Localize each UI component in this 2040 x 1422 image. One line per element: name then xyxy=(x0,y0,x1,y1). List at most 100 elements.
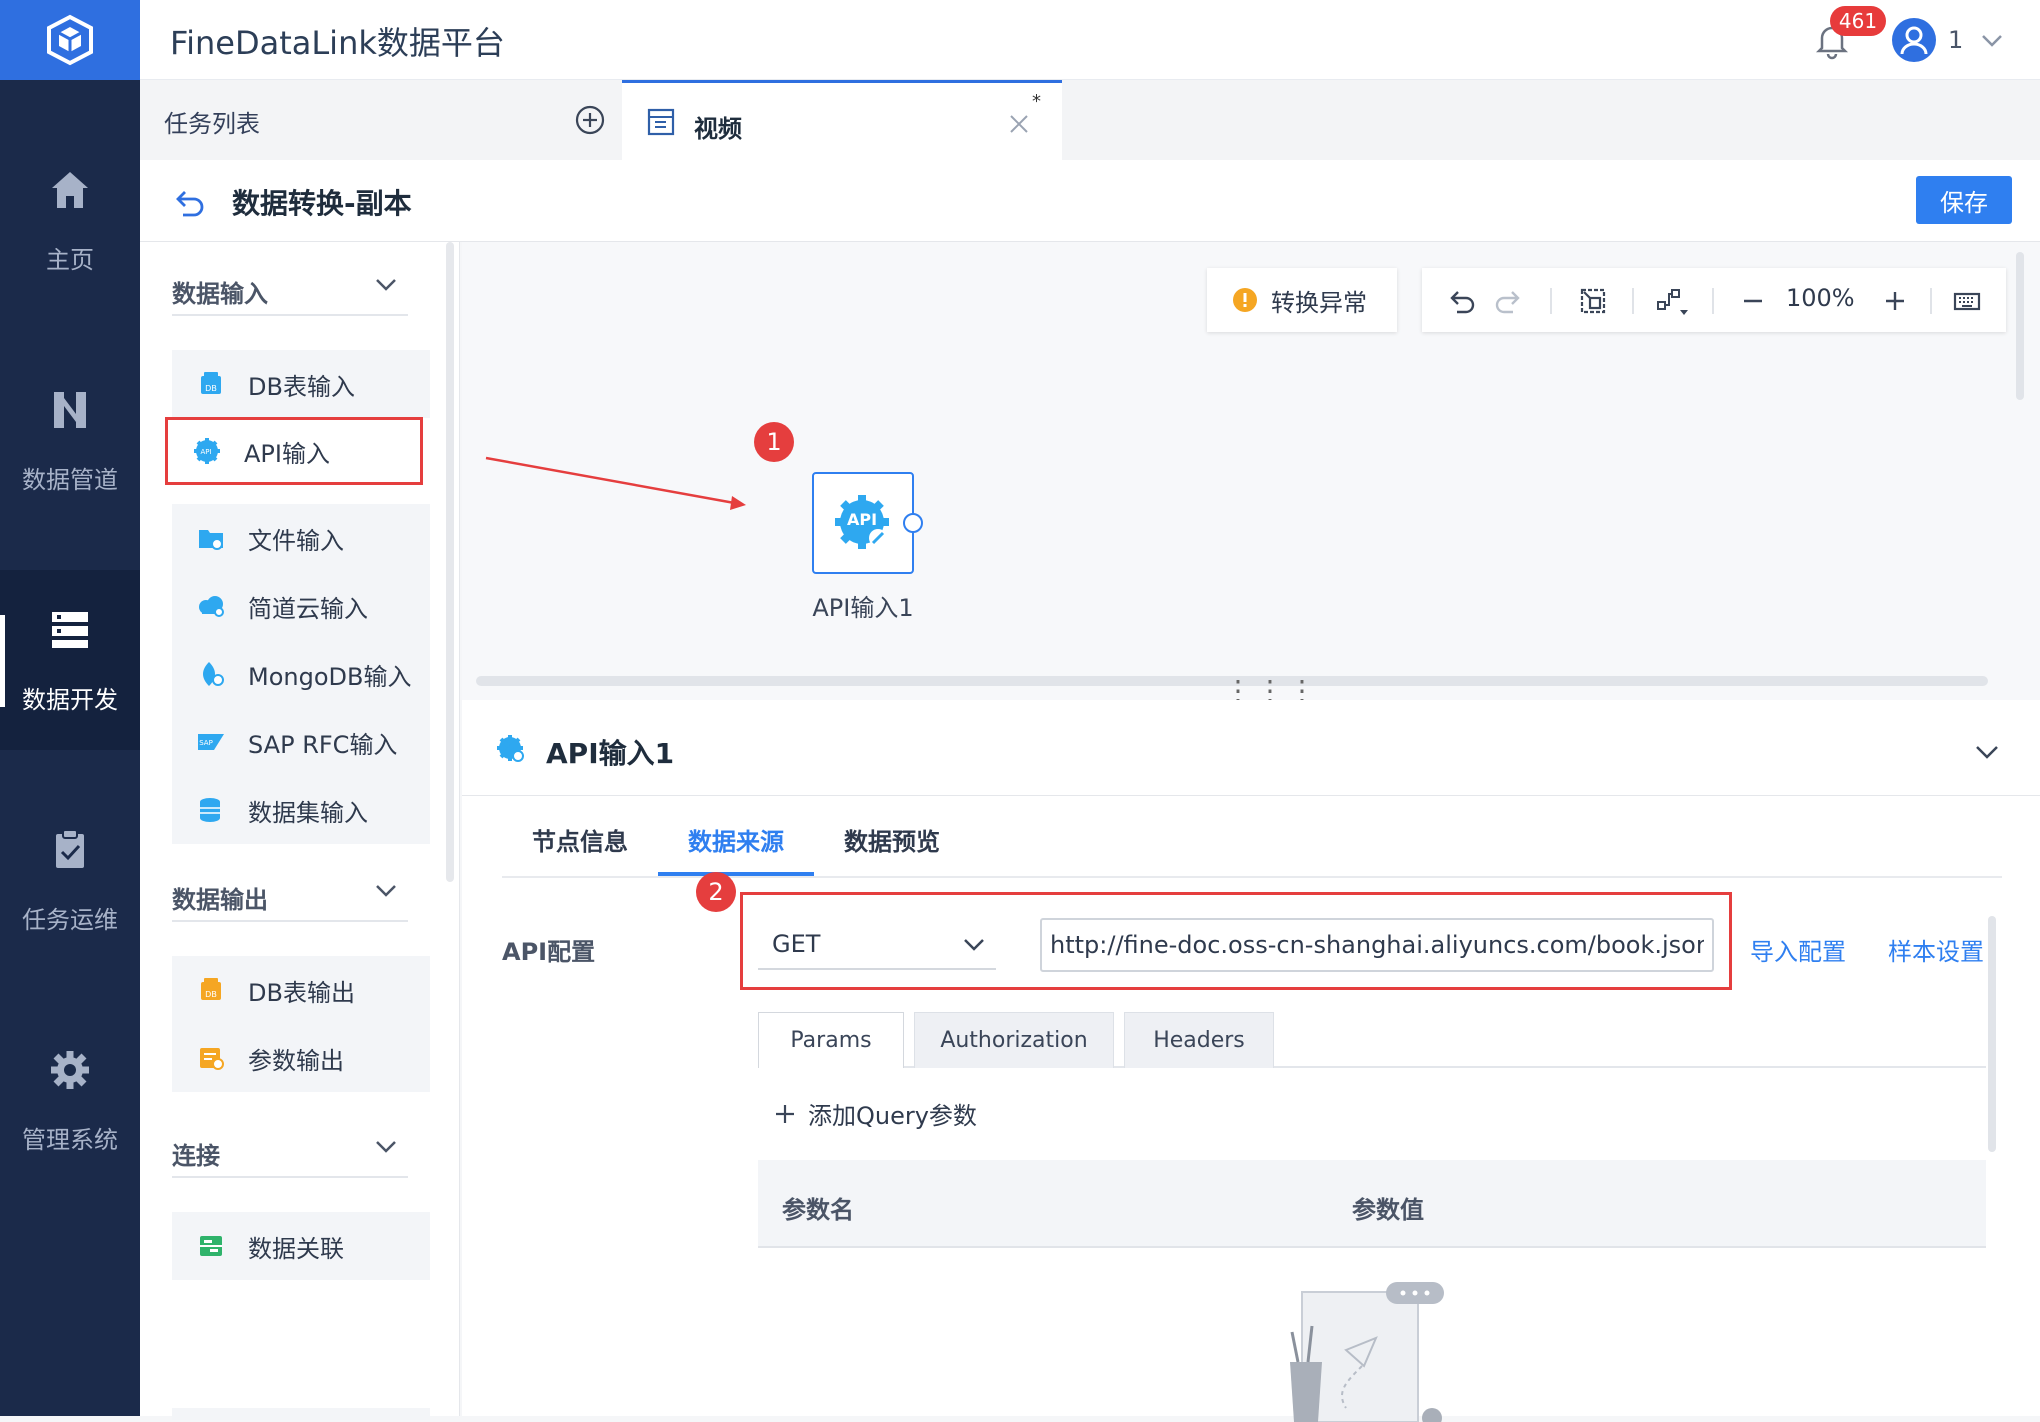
tab-node-info[interactable]: 节点信息 xyxy=(532,822,628,857)
nav-label: 数据管道 xyxy=(22,465,118,494)
http-method-value: GET xyxy=(772,930,821,958)
group-data-output[interactable]: 数据输出 xyxy=(172,872,408,922)
panel-scrollbar[interactable] xyxy=(446,242,454,882)
add-query-param-button[interactable]: 添加Query参数 xyxy=(774,1096,977,1131)
api-config-label: API配置 xyxy=(502,938,596,966)
notification-badge: 461 xyxy=(1830,6,1886,36)
close-icon[interactable] xyxy=(1008,113,1030,135)
import-config-link[interactable]: 导入配置 xyxy=(1750,932,1846,967)
app-logo[interactable] xyxy=(0,0,140,80)
tab-data-preview[interactable]: 数据预览 xyxy=(844,822,940,857)
tab-data-source[interactable]: 数据来源 xyxy=(688,822,784,857)
component-data-join[interactable]: 数据关联 xyxy=(172,1212,430,1280)
node-output-port[interactable] xyxy=(903,513,923,533)
component-label: 文件输入 xyxy=(248,526,344,555)
group-title: 数据输出 xyxy=(172,886,268,914)
component-mongodb-input[interactable]: MongoDB输入 xyxy=(172,640,430,708)
user-icon xyxy=(1900,26,1928,55)
db-input-icon: DB xyxy=(201,372,221,394)
nav-home[interactable]: 主页 xyxy=(0,130,140,310)
svg-text:DB: DB xyxy=(205,384,217,393)
component-db-output[interactable]: DB DB表输出 xyxy=(172,956,430,1024)
plus-icon xyxy=(776,1104,794,1123)
nav-label: 数据开发 xyxy=(22,685,118,714)
tab-task-list-label: 任务列表 xyxy=(164,110,260,138)
dev-icon xyxy=(52,611,88,648)
pointer-arrow xyxy=(485,456,746,510)
chevron-down-icon xyxy=(376,1141,396,1153)
group-title: 连接 xyxy=(172,1142,220,1170)
tab-task-list[interactable]: 任务列表 xyxy=(140,80,622,160)
empty-state-illustration xyxy=(1290,1282,1444,1422)
flow-canvas[interactable]: 转换异常 100% 1 API API输入1 ⋮⋮⋮ xyxy=(462,242,2040,705)
home-icon xyxy=(52,171,88,208)
component-next[interactable] xyxy=(172,1408,430,1420)
back-arrow-icon[interactable] xyxy=(174,186,206,218)
save-button[interactable]: 保存 xyxy=(1916,176,2012,224)
component-label: 参数输出 xyxy=(248,1046,344,1075)
component-label: API输入 xyxy=(244,439,330,468)
svg-text:SAP: SAP xyxy=(199,739,213,747)
join-icon xyxy=(200,1236,222,1256)
avatar[interactable] xyxy=(1892,18,1936,62)
svg-text:DB: DB xyxy=(205,990,217,999)
chevron-down-icon[interactable] xyxy=(1972,736,2002,766)
subtab-params[interactable]: Params xyxy=(758,1012,904,1068)
chevron-down-icon xyxy=(376,885,396,897)
tab-video-label: 视频 xyxy=(694,115,742,143)
component-label: DB表输入 xyxy=(248,372,355,401)
component-db-input[interactable]: DB DB表输入 xyxy=(172,350,430,418)
nav-label: 管理系统 xyxy=(22,1125,118,1154)
step-marker-2: 2 xyxy=(696,872,736,912)
tab-video[interactable]: 视频 * xyxy=(622,80,1062,160)
sample-settings-link[interactable]: 样本设置 xyxy=(1888,932,1984,967)
group-data-input[interactable]: 数据输入 xyxy=(172,266,408,316)
modified-mark: * xyxy=(1032,91,1041,112)
nav-admin[interactable]: 管理系统 xyxy=(0,1010,140,1190)
flow-node-api-input[interactable]: API xyxy=(812,472,914,574)
component-label: SAP RFC输入 xyxy=(248,730,398,759)
chevron-down-icon[interactable] xyxy=(1978,26,2006,54)
chevron-down-icon xyxy=(964,939,984,951)
component-jiandaoyun-input[interactable]: 简道云输入 xyxy=(172,572,430,640)
database-icon xyxy=(200,798,220,822)
properties-panel: API输入1 节点信息 数据来源 数据预览 API配置 2 GET 导入配置 样… xyxy=(462,700,2040,1422)
param-output-icon xyxy=(200,1048,224,1070)
top-bar: FineDataLink数据平台 461 1 xyxy=(140,0,2040,80)
group-connect[interactable]: 连接 xyxy=(172,1128,408,1178)
properties-title: API输入1 xyxy=(546,737,675,770)
subtab-headers[interactable]: Headers xyxy=(1124,1012,1274,1068)
properties-scrollbar[interactable] xyxy=(1988,916,1996,1152)
svg-text:API: API xyxy=(847,510,877,529)
component-sap-input[interactable]: SAP SAP RFC输入 xyxy=(172,708,430,776)
nav-ops[interactable]: 任务运维 xyxy=(0,790,140,970)
component-panel: 数据输入 DB DB表输入 API API输入 文件输入 简道云输入 Mongo… xyxy=(140,242,460,1420)
column-param-value: 参数值 xyxy=(1352,1196,1424,1224)
resize-handle[interactable]: ⋮⋮⋮ xyxy=(1224,677,1320,705)
component-param-output[interactable]: 参数输出 xyxy=(172,1024,430,1092)
document-icon xyxy=(647,108,675,136)
subtab-authorization[interactable]: Authorization xyxy=(914,1012,1114,1068)
group-title: 数据输入 xyxy=(172,280,268,308)
cloud-icon xyxy=(199,596,224,617)
nav-dev[interactable]: 数据开发 xyxy=(0,570,140,750)
component-api-input[interactable]: API API输入 xyxy=(165,417,423,485)
api-icon: API xyxy=(194,438,220,464)
component-dataset-input[interactable]: 数据集输入 xyxy=(172,776,430,844)
gear-icon xyxy=(51,1050,89,1089)
properties-tabs: 节点信息 数据来源 数据预览 xyxy=(502,800,2002,878)
component-label: 数据关联 xyxy=(248,1234,344,1263)
left-navigation: 主页 数据管道 数据开发 任务运维 管理系统 xyxy=(0,0,140,1416)
properties-header: API输入1 xyxy=(462,700,2040,796)
add-circle-icon[interactable] xyxy=(574,104,606,136)
api-url-input[interactable] xyxy=(1040,918,1714,972)
api-icon: API xyxy=(835,495,889,549)
request-subtabs: Params Authorization Headers xyxy=(758,1012,1986,1068)
component-file-input[interactable]: 文件输入 xyxy=(172,504,430,572)
http-method-select[interactable]: GET xyxy=(758,916,996,970)
folder-icon xyxy=(199,530,223,550)
tabs-bar: 任务列表 视频 * xyxy=(140,80,2040,160)
nav-pipeline[interactable]: 数据管道 xyxy=(0,350,140,530)
chevron-down-icon xyxy=(376,279,396,291)
column-param-name: 参数名 xyxy=(782,1196,854,1224)
